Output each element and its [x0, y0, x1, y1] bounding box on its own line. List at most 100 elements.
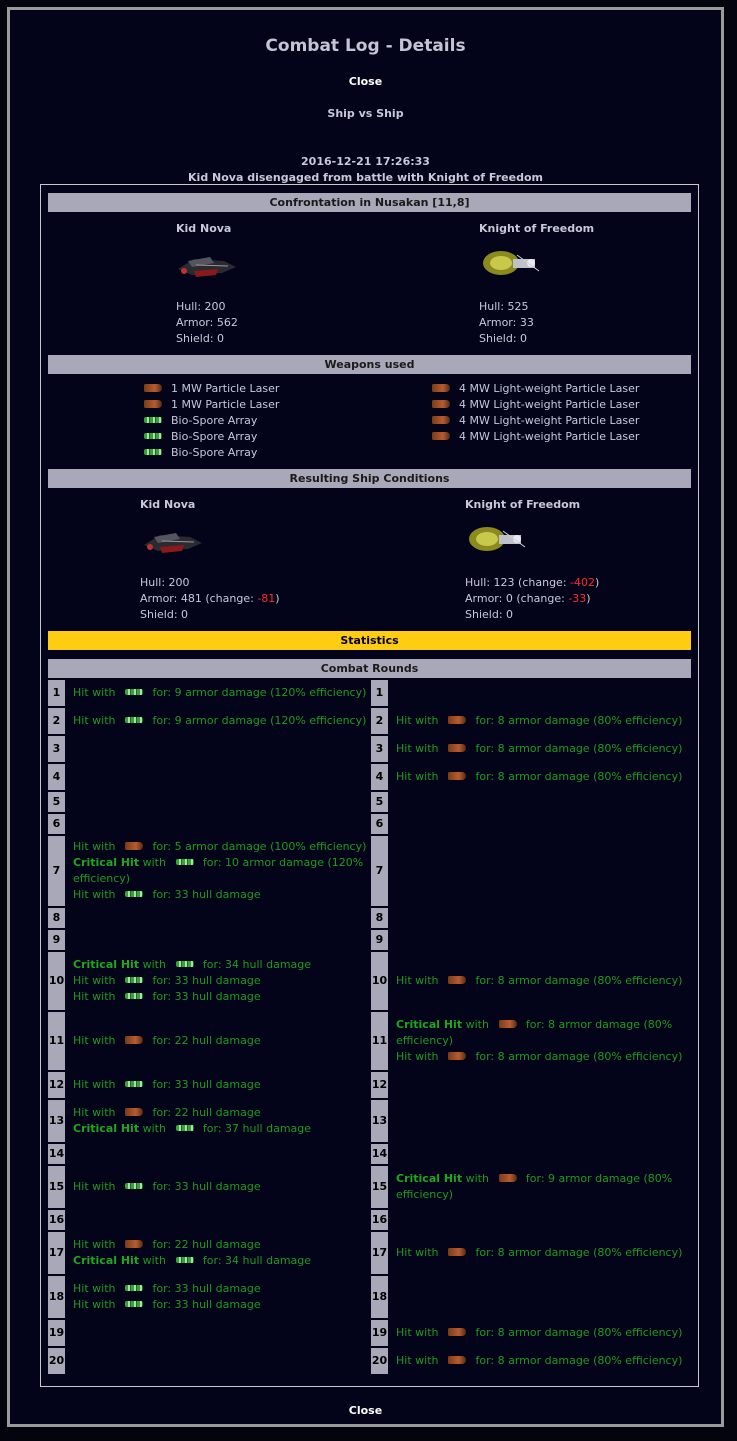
right-round-cell: Hit with for: 8 armor damage (80% efficie…: [396, 742, 683, 755]
damage-text: for: 33 hull damage: [152, 974, 261, 987]
round-number: 2: [48, 708, 65, 734]
bio-spore-icon: [125, 1285, 144, 1291]
round-number: 10: [371, 952, 388, 1010]
laser-icon: [498, 1020, 517, 1028]
right-round-cell: Hit with for: 8 armor damage (80% efficie…: [396, 714, 683, 727]
confrontation-header: Confrontation in Nusakan [11,8]: [48, 193, 691, 212]
damage-text: for: 8 armor damage (80%: [525, 1018, 673, 1031]
weapon-item: Bio-Spore Array: [144, 413, 257, 429]
round-number: 19: [371, 1320, 388, 1346]
round-number: 16: [371, 1210, 388, 1230]
weapon-item: 4 MW Light-weight Particle Laser: [432, 397, 639, 413]
right-round-cell: Critical Hit with for: 8 armor damage (80…: [396, 1017, 686, 1065]
damage-text: for: 9 armor damage (120% efficiency): [152, 714, 367, 727]
right-result-stats: Hull: 123 (change: -402) Armor: 0 (chang…: [465, 575, 599, 623]
round-number: 14: [371, 1144, 388, 1164]
round-number: 17: [371, 1232, 388, 1274]
statistics-button[interactable]: Statistics: [48, 631, 691, 650]
damage-text-continued: efficiency): [396, 1034, 454, 1047]
right-round-cell: Hit with for: 8 armor damage (80% efficie…: [396, 974, 683, 987]
round-number: 8: [371, 908, 388, 928]
damage-text: for: 34 hull damage: [202, 958, 312, 971]
bio-spore-icon: [175, 1257, 194, 1263]
bio-spore-icon: [125, 993, 144, 999]
damage-text: for: 33 hull damage: [152, 1298, 261, 1311]
damage-text: for: 37 hull damage: [202, 1122, 312, 1135]
weapon-label: 4 MW Light-weight Particle Laser: [459, 382, 640, 395]
left-start-stats: Hull: 200 Armor: 562 Shield: 0: [176, 299, 238, 347]
damage-text: for: 8 armor damage (80% efficiency): [475, 1326, 683, 1339]
bio-spore-icon: [144, 433, 162, 439]
right-round-cell: Hit with for: 8 armor damage (80% efficie…: [396, 1246, 683, 1259]
battle-type: Ship vs Ship: [327, 107, 404, 120]
round-number: 18: [371, 1276, 388, 1318]
laser-icon: [448, 744, 467, 752]
laser-icon: [448, 1248, 467, 1256]
damage-text: for: 5 armor damage (100% efficiency): [152, 840, 367, 853]
damage-text: for: 33 hull damage: [152, 1078, 261, 1091]
laser-icon: [448, 1052, 467, 1060]
damage-text: for: 8 armor damage (80% efficiency): [475, 974, 683, 987]
round-number: 3: [371, 736, 388, 762]
combat-details-box: Confrontation in Nusakan [11,8] Kid Nova…: [40, 184, 699, 1387]
bio-spore-icon: [125, 1081, 144, 1087]
critical-hit-label: Critical Hit: [73, 958, 140, 971]
log-window: Combat Log - Details Close Ship vs Ship …: [7, 7, 724, 1427]
damage-text: for: 9 armor damage (80%: [525, 1172, 673, 1185]
right-result-shield: Shield: 0: [465, 608, 514, 621]
round-number: 11: [48, 1012, 65, 1070]
round-number: 14: [48, 1144, 65, 1164]
weapon-item: 4 MW Light-weight Particle Laser: [432, 429, 639, 445]
close-link-bottom[interactable]: Close: [10, 1404, 721, 1417]
left-ship-name: Kid Nova: [176, 222, 232, 235]
round-number: 7: [48, 836, 65, 906]
round-number: 13: [48, 1100, 65, 1142]
weapon-item: Bio-Spore Array: [144, 445, 257, 461]
damage-text: for: 33 hull damage: [152, 990, 261, 1003]
combat-rounds-header: Combat Rounds: [48, 659, 691, 678]
round-number: 11: [371, 1012, 388, 1070]
round-number: 18: [48, 1276, 65, 1318]
round-number: 15: [48, 1166, 65, 1208]
left-result-armor: Armor: 481 (change: -81): [140, 592, 280, 605]
right-round-cell: Hit with for: 8 armor damage (80% efficie…: [396, 1326, 683, 1339]
weapon-label: 4 MW Light-weight Particle Laser: [459, 430, 640, 443]
weapon-label: Bio-Spore Array: [171, 430, 258, 443]
damage-text: for: 8 armor damage (80% efficiency): [475, 1050, 683, 1063]
left-round-cell: Hit with for: 5 armor damage (100% effici…: [73, 840, 367, 901]
round-number: 9: [48, 930, 65, 950]
left-round-cell: Critical Hit with for: 34 hull damage Hit …: [73, 958, 312, 1003]
damage-text: for: 8 armor damage (80% efficiency): [475, 1246, 683, 1259]
weapon-item: 4 MW Light-weight Particle Laser: [432, 413, 639, 429]
round-number: 12: [371, 1072, 388, 1098]
weapon-label: Bio-Spore Array: [171, 446, 258, 459]
laser-icon: [125, 1240, 144, 1248]
close-link-top[interactable]: Close: [10, 75, 721, 88]
right-result-name: Knight of Freedom: [465, 498, 581, 511]
weapon-item: Bio-Spore Array: [144, 429, 257, 445]
laser-icon: [432, 384, 450, 392]
round-number: 5: [48, 792, 65, 812]
left-start-armor: Armor: 562: [176, 316, 238, 329]
left-result-name: Kid Nova: [140, 498, 196, 511]
round-number: 4: [371, 764, 388, 790]
laser-icon: [125, 1036, 144, 1044]
left-result-shield: Shield: 0: [140, 608, 189, 621]
left-start-hull: Hull: 200: [176, 300, 226, 313]
laser-icon: [432, 400, 450, 408]
round-number: 19: [48, 1320, 65, 1346]
laser-icon: [125, 1108, 144, 1116]
round-number: 15: [371, 1166, 388, 1208]
page-title: Combat Log - Details: [265, 36, 466, 56]
round-number: 10: [48, 952, 65, 1010]
left-round-cell: Hit with for: 33 hull damage: [73, 1180, 261, 1193]
bio-spore-icon: [125, 891, 144, 897]
bio-spore-icon: [125, 1301, 144, 1307]
round-number: 12: [48, 1072, 65, 1098]
bio-spore-icon: [125, 977, 144, 983]
laser-icon: [448, 716, 467, 724]
timestamp: 2016-12-21 17:26:33: [301, 155, 430, 168]
critical-hit-label: Critical Hit: [396, 1172, 463, 1185]
knight-of-freedom-result-ship-icon: [469, 527, 526, 551]
weapon-label: 4 MW Light-weight Particle Laser: [459, 414, 640, 427]
